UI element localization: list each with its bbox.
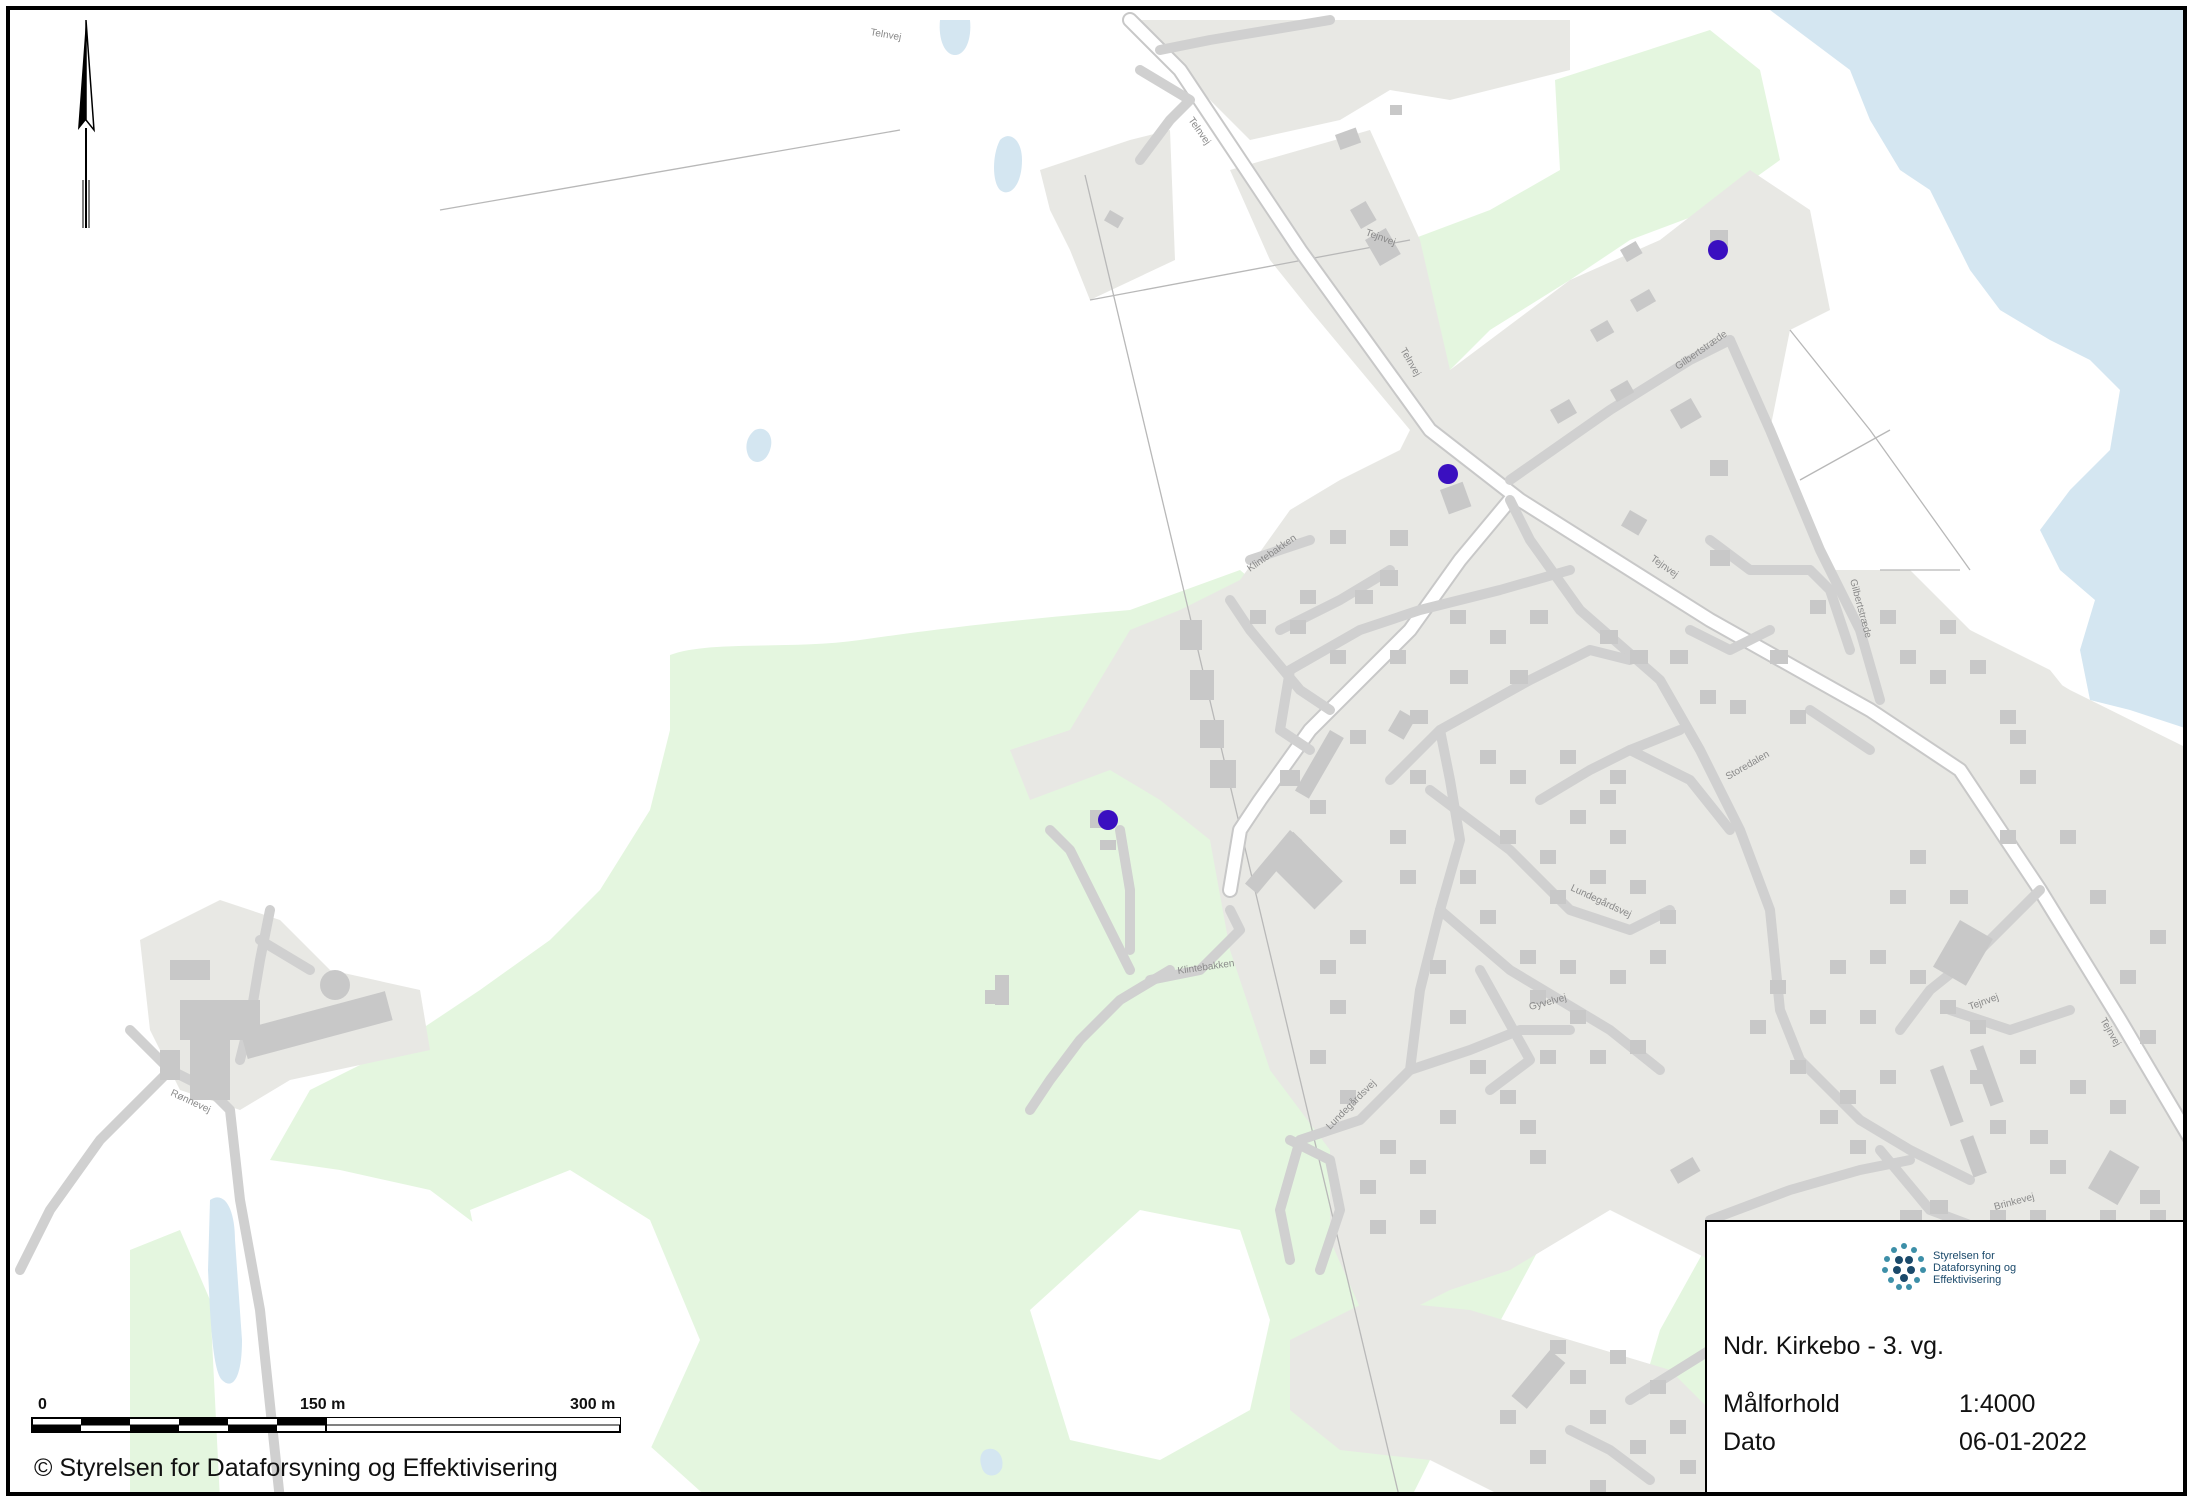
pond-1: [994, 136, 1022, 193]
legend-row-label: Målforhold: [1723, 1390, 1840, 1418]
agency-logo: Styrelsen for Dataforsyning og Effektivi…: [1877, 1238, 2047, 1302]
legend-row-value: 1:4000: [1959, 1390, 2036, 1418]
north-arrow-icon: [78, 19, 95, 228]
legend-row-scale: Målforhold 1:4000: [1723, 1390, 2035, 1419]
map-title: Ndr. Kirkebo - 3. vg.: [1723, 1332, 1944, 1360]
agency-logo-icon: [1882, 1243, 1926, 1290]
copyright-text: © Styrelsen for Dataforsyning og Effekti…: [34, 1454, 558, 1482]
pond-4: [939, 20, 971, 55]
pond-3: [208, 1197, 242, 1384]
legend-row-value: 06-01-2022: [1959, 1428, 2087, 1456]
legend-row-date: Dato 06-01-2022: [1723, 1428, 2087, 1457]
scale-label-start: 0: [38, 1396, 47, 1413]
road-label: Telnvej: [869, 27, 902, 43]
scale-bar: [31, 1417, 621, 1433]
legend-row-label: Dato: [1723, 1428, 1776, 1456]
map-legend: Styrelsen for Dataforsyning og Effektivi…: [1705, 1220, 2183, 1492]
scale-label-end: 300 m: [570, 1396, 616, 1413]
map-marker[interactable]: [1438, 464, 1458, 484]
map-frame: Telnvej Telnvej Telnvej Tejnvej Gilberts…: [6, 6, 2187, 1496]
map-marker[interactable]: [1098, 810, 1118, 830]
agency-logo-text: Styrelsen for Dataforsyning og Effektivi…: [1933, 1250, 2017, 1286]
scale-label-mid: 150 m: [300, 1396, 346, 1413]
map-marker[interactable]: [1708, 240, 1728, 260]
pond-2: [746, 428, 772, 462]
